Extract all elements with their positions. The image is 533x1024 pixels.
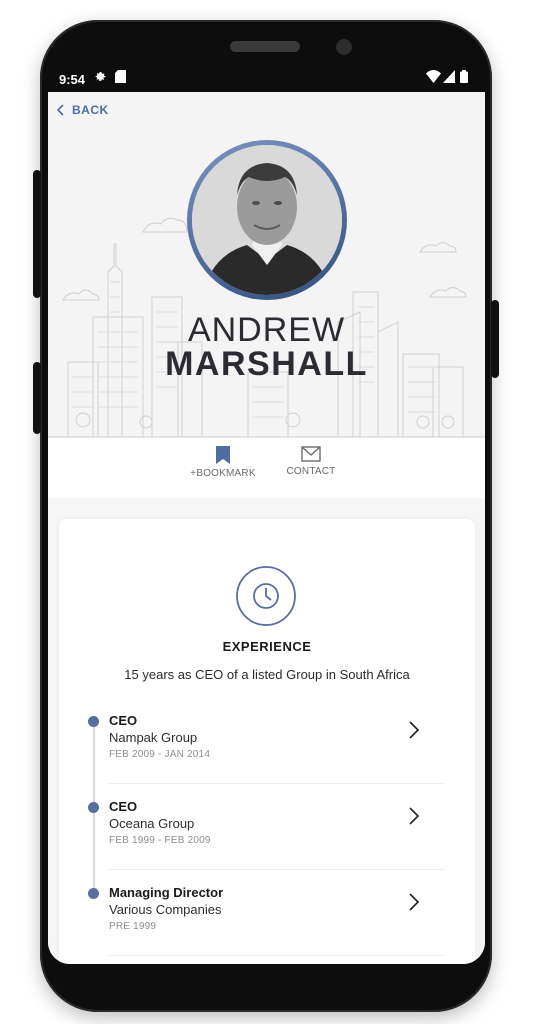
item-company: Nampak Group: [109, 730, 198, 745]
item-company: Oceana Group: [109, 816, 195, 831]
contact-label: CONTACT: [286, 466, 336, 477]
front-camera: [336, 39, 352, 55]
item-role: Managing Director: [109, 885, 224, 900]
item-company: Various Companies: [109, 902, 222, 917]
item-divider: [109, 783, 445, 784]
experience-item[interactable]: CEO Nampak Group FEB 2009 - JAN 2014: [59, 709, 475, 795]
signal-icon: [443, 70, 455, 86]
timeline-dot: [88, 888, 99, 899]
phone-frame: 9:54 BACK ANDREW MARSHALL +BOOKMARK CONT…: [33, 20, 499, 1012]
experience-summary: 15 years as CEO of a listed Group in Sou…: [124, 667, 410, 682]
experience-item[interactable]: Managing Director Various Companies PRE …: [59, 881, 475, 964]
back-button[interactable]: BACK: [57, 103, 109, 117]
item-role: CEO: [109, 799, 138, 814]
profile-avatar: [187, 140, 347, 300]
sd-card-icon: [115, 70, 126, 86]
clock-icon: [236, 566, 296, 626]
profile-actions-bar: +BOOKMARK CONTACT: [48, 437, 485, 499]
experience-title: EXPERIENCE: [222, 639, 312, 654]
power-button: [491, 300, 499, 378]
portrait-photo: [192, 145, 342, 295]
bixby-button: [33, 362, 41, 434]
chevron-right-icon[interactable]: [409, 893, 419, 911]
gear-icon: [94, 70, 107, 86]
profile-last-name: MARSHALL: [165, 345, 368, 383]
profile-header: BACK ANDREW MARSHALL: [48, 92, 485, 437]
status-bar: 9:54: [59, 68, 473, 92]
chevron-left-icon: [57, 104, 64, 116]
item-divider: [109, 955, 445, 956]
chevron-right-icon[interactable]: [409, 721, 419, 739]
item-dates: FEB 2009 - JAN 2014: [109, 749, 211, 760]
experience-card: EXPERIENCE 15 years as CEO of a listed G…: [59, 519, 475, 964]
status-time: 9:54: [59, 72, 86, 87]
back-label: BACK: [72, 103, 109, 117]
timeline-dot: [88, 716, 99, 727]
bookmark-icon: [216, 446, 230, 464]
item-role: CEO: [109, 713, 138, 728]
earpiece-speaker: [230, 41, 300, 52]
item-dates: FEB 1999 - FEB 2009: [109, 835, 211, 846]
bookmark-label: +BOOKMARK: [190, 468, 256, 479]
battery-icon: [460, 70, 468, 86]
timeline-dot: [88, 802, 99, 813]
chevron-right-icon[interactable]: [409, 807, 419, 825]
experience-item[interactable]: CEO Oceana Group FEB 1999 - FEB 2009: [59, 795, 475, 881]
item-dates: PRE 1999: [109, 921, 157, 932]
item-divider: [109, 869, 445, 870]
wifi-icon: [426, 70, 441, 86]
app-screen: BACK ANDREW MARSHALL +BOOKMARK CONTACT E…: [48, 92, 485, 964]
contact-button[interactable]: CONTACT: [278, 446, 344, 477]
bookmark-button[interactable]: +BOOKMARK: [188, 446, 258, 479]
volume-button: [33, 170, 41, 298]
envelope-icon: [301, 446, 321, 462]
